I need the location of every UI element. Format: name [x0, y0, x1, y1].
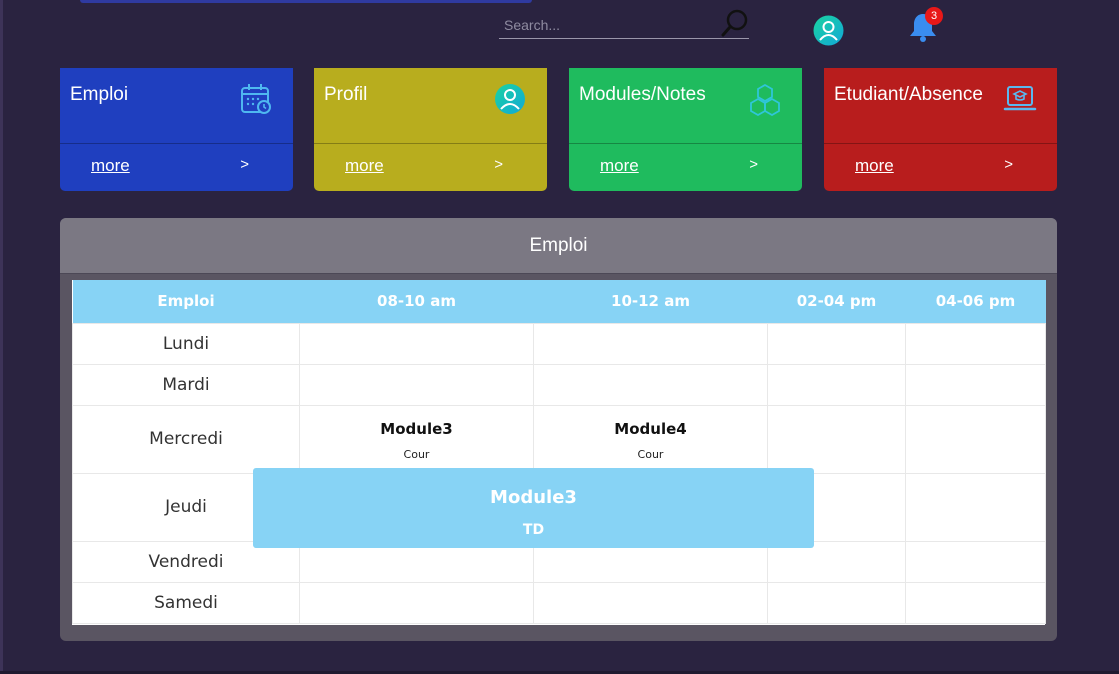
slot-cell[interactable]: [299, 322, 534, 365]
day-cell: Lundi: [72, 322, 300, 365]
card-title: Profil: [324, 84, 368, 105]
card-more-link[interactable]: more: [855, 156, 894, 176]
user-avatar-icon: [495, 84, 525, 114]
card-divider: [314, 143, 547, 144]
slot-cell[interactable]: [905, 540, 1046, 583]
slot-cell[interactable]: [767, 404, 906, 474]
search-bar: [499, 10, 749, 39]
left-edge: [0, 0, 3, 674]
slot-cell[interactable]: Module3 Cour: [299, 404, 534, 474]
search-icon[interactable]: [721, 8, 749, 38]
session-block-jeudi[interactable]: Module3 TD: [253, 468, 814, 548]
card-arrow-icon[interactable]: >: [494, 156, 503, 173]
card-more-link[interactable]: more: [345, 156, 384, 176]
slot-cell[interactable]: [905, 363, 1046, 406]
cubes-icon: [750, 83, 780, 116]
column-header: 02-04 pm: [767, 280, 906, 323]
top-accent-bar: [80, 0, 532, 3]
card-title: Etudiant/Absence: [834, 84, 983, 105]
slot-cell[interactable]: [533, 581, 768, 624]
slot-cell[interactable]: Module4 Cour: [533, 404, 768, 474]
slot-cell[interactable]: [533, 322, 768, 365]
slot-cell[interactable]: [905, 581, 1046, 624]
card-more-link[interactable]: more: [600, 156, 639, 176]
card-etudiant-absence[interactable]: Etudiant/Absence more >: [824, 68, 1057, 191]
column-header: 08-10 am: [299, 280, 534, 323]
slot-module-type: Cour: [403, 447, 430, 461]
table-row: Samedi: [72, 581, 1046, 624]
column-header: 10-12 am: [533, 280, 768, 323]
slot-cell[interactable]: [299, 581, 534, 624]
schedule-table: Emploi 08-10 am 10-12 am 02-04 pm 04-06 …: [72, 280, 1046, 625]
card-arrow-icon[interactable]: >: [240, 156, 249, 173]
card-emploi[interactable]: Emploi more >: [60, 68, 293, 191]
card-divider: [824, 143, 1057, 144]
slot-cell[interactable]: [767, 363, 906, 406]
card-modules-notes[interactable]: Modules/Notes more >: [569, 68, 802, 191]
laptop-graduate-icon: [1003, 86, 1037, 111]
day-cell: Mardi: [72, 363, 300, 406]
slot-cell[interactable]: [767, 322, 906, 365]
column-header: 04-06 pm: [905, 280, 1046, 323]
slot-cell[interactable]: [767, 581, 906, 624]
column-header: Emploi: [72, 280, 300, 323]
slot-cell[interactable]: [299, 363, 534, 406]
card-arrow-icon[interactable]: >: [1004, 156, 1013, 173]
notification-badge: 3: [925, 7, 943, 25]
card-divider: [569, 143, 802, 144]
slot-cell[interactable]: [905, 322, 1046, 365]
calendar-clock-icon: [241, 84, 271, 114]
session-module-type: TD: [522, 522, 545, 538]
slot-module-type: Cour: [637, 447, 664, 461]
session-module-name: Module3: [490, 487, 577, 508]
slot-cell[interactable]: [905, 472, 1046, 542]
table-row: Mercredi Module3 Cour Module4 Cour: [72, 404, 1046, 474]
slot-module-name: Module4: [614, 419, 687, 438]
user-avatar-icon[interactable]: [813, 15, 844, 46]
card-title: Emploi: [70, 84, 129, 105]
slot-module-name: Module3: [380, 419, 453, 438]
panel-title: Emploi: [529, 235, 588, 256]
table-row: Mardi: [72, 363, 1046, 406]
slot-cell[interactable]: [905, 404, 1046, 474]
day-cell: Samedi: [72, 581, 300, 624]
search-input[interactable]: [504, 15, 714, 35]
table-header-row: Emploi 08-10 am 10-12 am 02-04 pm 04-06 …: [72, 280, 1046, 323]
card-title: Modules/Notes: [579, 84, 706, 105]
card-arrow-icon[interactable]: >: [749, 156, 758, 173]
slot-cell[interactable]: [533, 363, 768, 406]
day-cell: Mercredi: [72, 404, 300, 474]
card-divider: [60, 143, 293, 144]
card-more-link[interactable]: more: [91, 156, 130, 176]
card-profil[interactable]: Profil more >: [314, 68, 547, 191]
table-row: Lundi: [72, 322, 1046, 365]
panel-header: Emploi: [60, 218, 1057, 274]
